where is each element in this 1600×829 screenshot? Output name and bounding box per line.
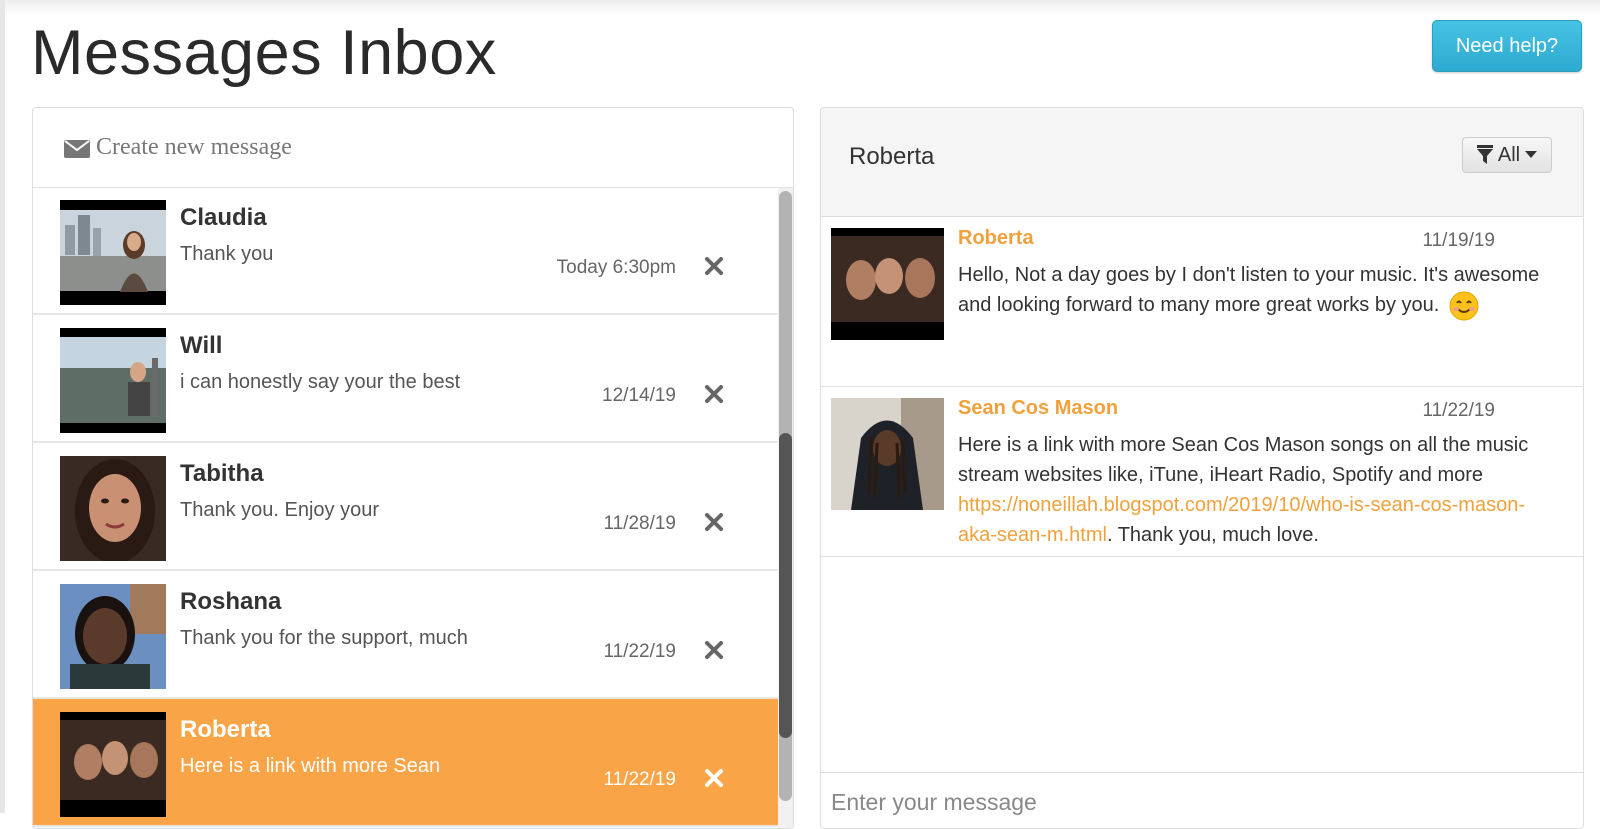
conversation-date: Today 6:30pm	[556, 257, 676, 278]
window-edge	[0, 0, 5, 813]
avatar	[60, 712, 166, 817]
conversation-name: Claudia	[180, 204, 267, 231]
create-new-message-button[interactable]: Create new message	[33, 108, 793, 188]
scrollbar-thumb[interactable]	[779, 433, 792, 738]
conversation-item-roshana[interactable]: Roshana Thank you for the support, much …	[33, 571, 778, 699]
filter-icon	[1476, 145, 1493, 164]
conversation-name: Roberta	[180, 716, 271, 743]
filter-label: All	[1497, 143, 1521, 166]
conversation-date: 11/28/19	[603, 513, 676, 534]
envelope-icon	[64, 139, 90, 158]
filter-dropdown[interactable]: All	[1462, 137, 1552, 173]
conversation-item-tabitha[interactable]: Tabitha Thank you. Enjoy your 11/28/19	[33, 443, 778, 571]
thread-header: Roberta All	[821, 108, 1583, 217]
top-shadow	[5, 0, 1600, 14]
conversation-date: 11/22/19	[603, 769, 676, 790]
delete-conversation-button[interactable]	[693, 245, 735, 287]
avatar	[60, 328, 166, 433]
delete-conversation-button[interactable]	[693, 501, 735, 543]
caret-down-icon	[1525, 151, 1538, 158]
message-item: Sean Cos Mason 11/22/19 Here is a link w…	[821, 387, 1583, 557]
close-icon	[705, 641, 723, 659]
conversation-date: 12/14/19	[602, 385, 676, 406]
thread-title: Roberta	[849, 143, 935, 170]
smiling-face-icon	[1449, 291, 1479, 321]
avatar	[60, 200, 166, 305]
conversation-name: Will	[180, 332, 223, 359]
avatar	[60, 584, 166, 689]
conversation-date: 11/22/19	[603, 641, 676, 662]
conversation-item-roberta[interactable]: Roberta Here is a link with more Sean 11…	[33, 699, 778, 827]
conversation-snippet: Thank you	[180, 243, 274, 265]
message-body: Here is a link with more Sean Cos Mason …	[958, 434, 1529, 486]
avatar	[60, 456, 166, 561]
need-help-button[interactable]: Need help?	[1432, 20, 1582, 72]
close-icon	[705, 385, 723, 403]
message-author: Sean Cos Mason	[958, 397, 1119, 419]
delete-conversation-button[interactable]	[693, 629, 735, 671]
conversation-snippet: i can honestly say your the best	[180, 371, 461, 393]
close-icon	[705, 257, 723, 275]
message-author: Roberta	[958, 227, 1034, 249]
avatar	[831, 228, 944, 340]
delete-conversation-button[interactable]	[693, 373, 735, 415]
thread-panel: Roberta All Roberta 11/19/19 Hello, Not …	[820, 107, 1584, 829]
avatar	[831, 398, 944, 510]
message-date: 11/19/19	[1422, 230, 1495, 251]
message-text: Hello, Not a day goes by I don't listen …	[958, 260, 1558, 321]
conversation-name: Roshana	[180, 588, 282, 615]
conversation-snippet: Thank you. Enjoy your	[180, 499, 379, 521]
conversation-list: Claudia Thank you Today 6:30pm Will i ca…	[33, 188, 793, 828]
message-input[interactable]	[821, 772, 1583, 828]
message-item: Roberta 11/19/19 Hello, Not a day goes b…	[821, 217, 1583, 387]
message-text: Here is a link with more Sean Cos Mason …	[958, 430, 1558, 550]
message-date: 11/22/19	[1422, 400, 1495, 421]
create-new-message-label: Create new message	[96, 134, 292, 160]
conversation-name: Tabitha	[180, 460, 264, 487]
close-icon	[705, 769, 723, 787]
delete-conversation-button[interactable]	[693, 757, 735, 799]
message-body-end: . Thank you, much love.	[1106, 524, 1319, 546]
conversation-item-will[interactable]: Will i can honestly say your the best 12…	[33, 315, 778, 443]
conversation-item-claudia[interactable]: Claudia Thank you Today 6:30pm	[33, 188, 778, 315]
conversation-scrollbar[interactable]	[778, 188, 793, 828]
conversation-panel: Create new message Claudia Thank you Tod…	[32, 107, 794, 829]
page-title: Messages Inbox	[31, 18, 497, 88]
conversation-snippet: Here is a link with more Sean	[180, 755, 441, 777]
close-icon	[705, 513, 723, 531]
conversation-snippet: Thank you for the support, much	[180, 627, 468, 649]
